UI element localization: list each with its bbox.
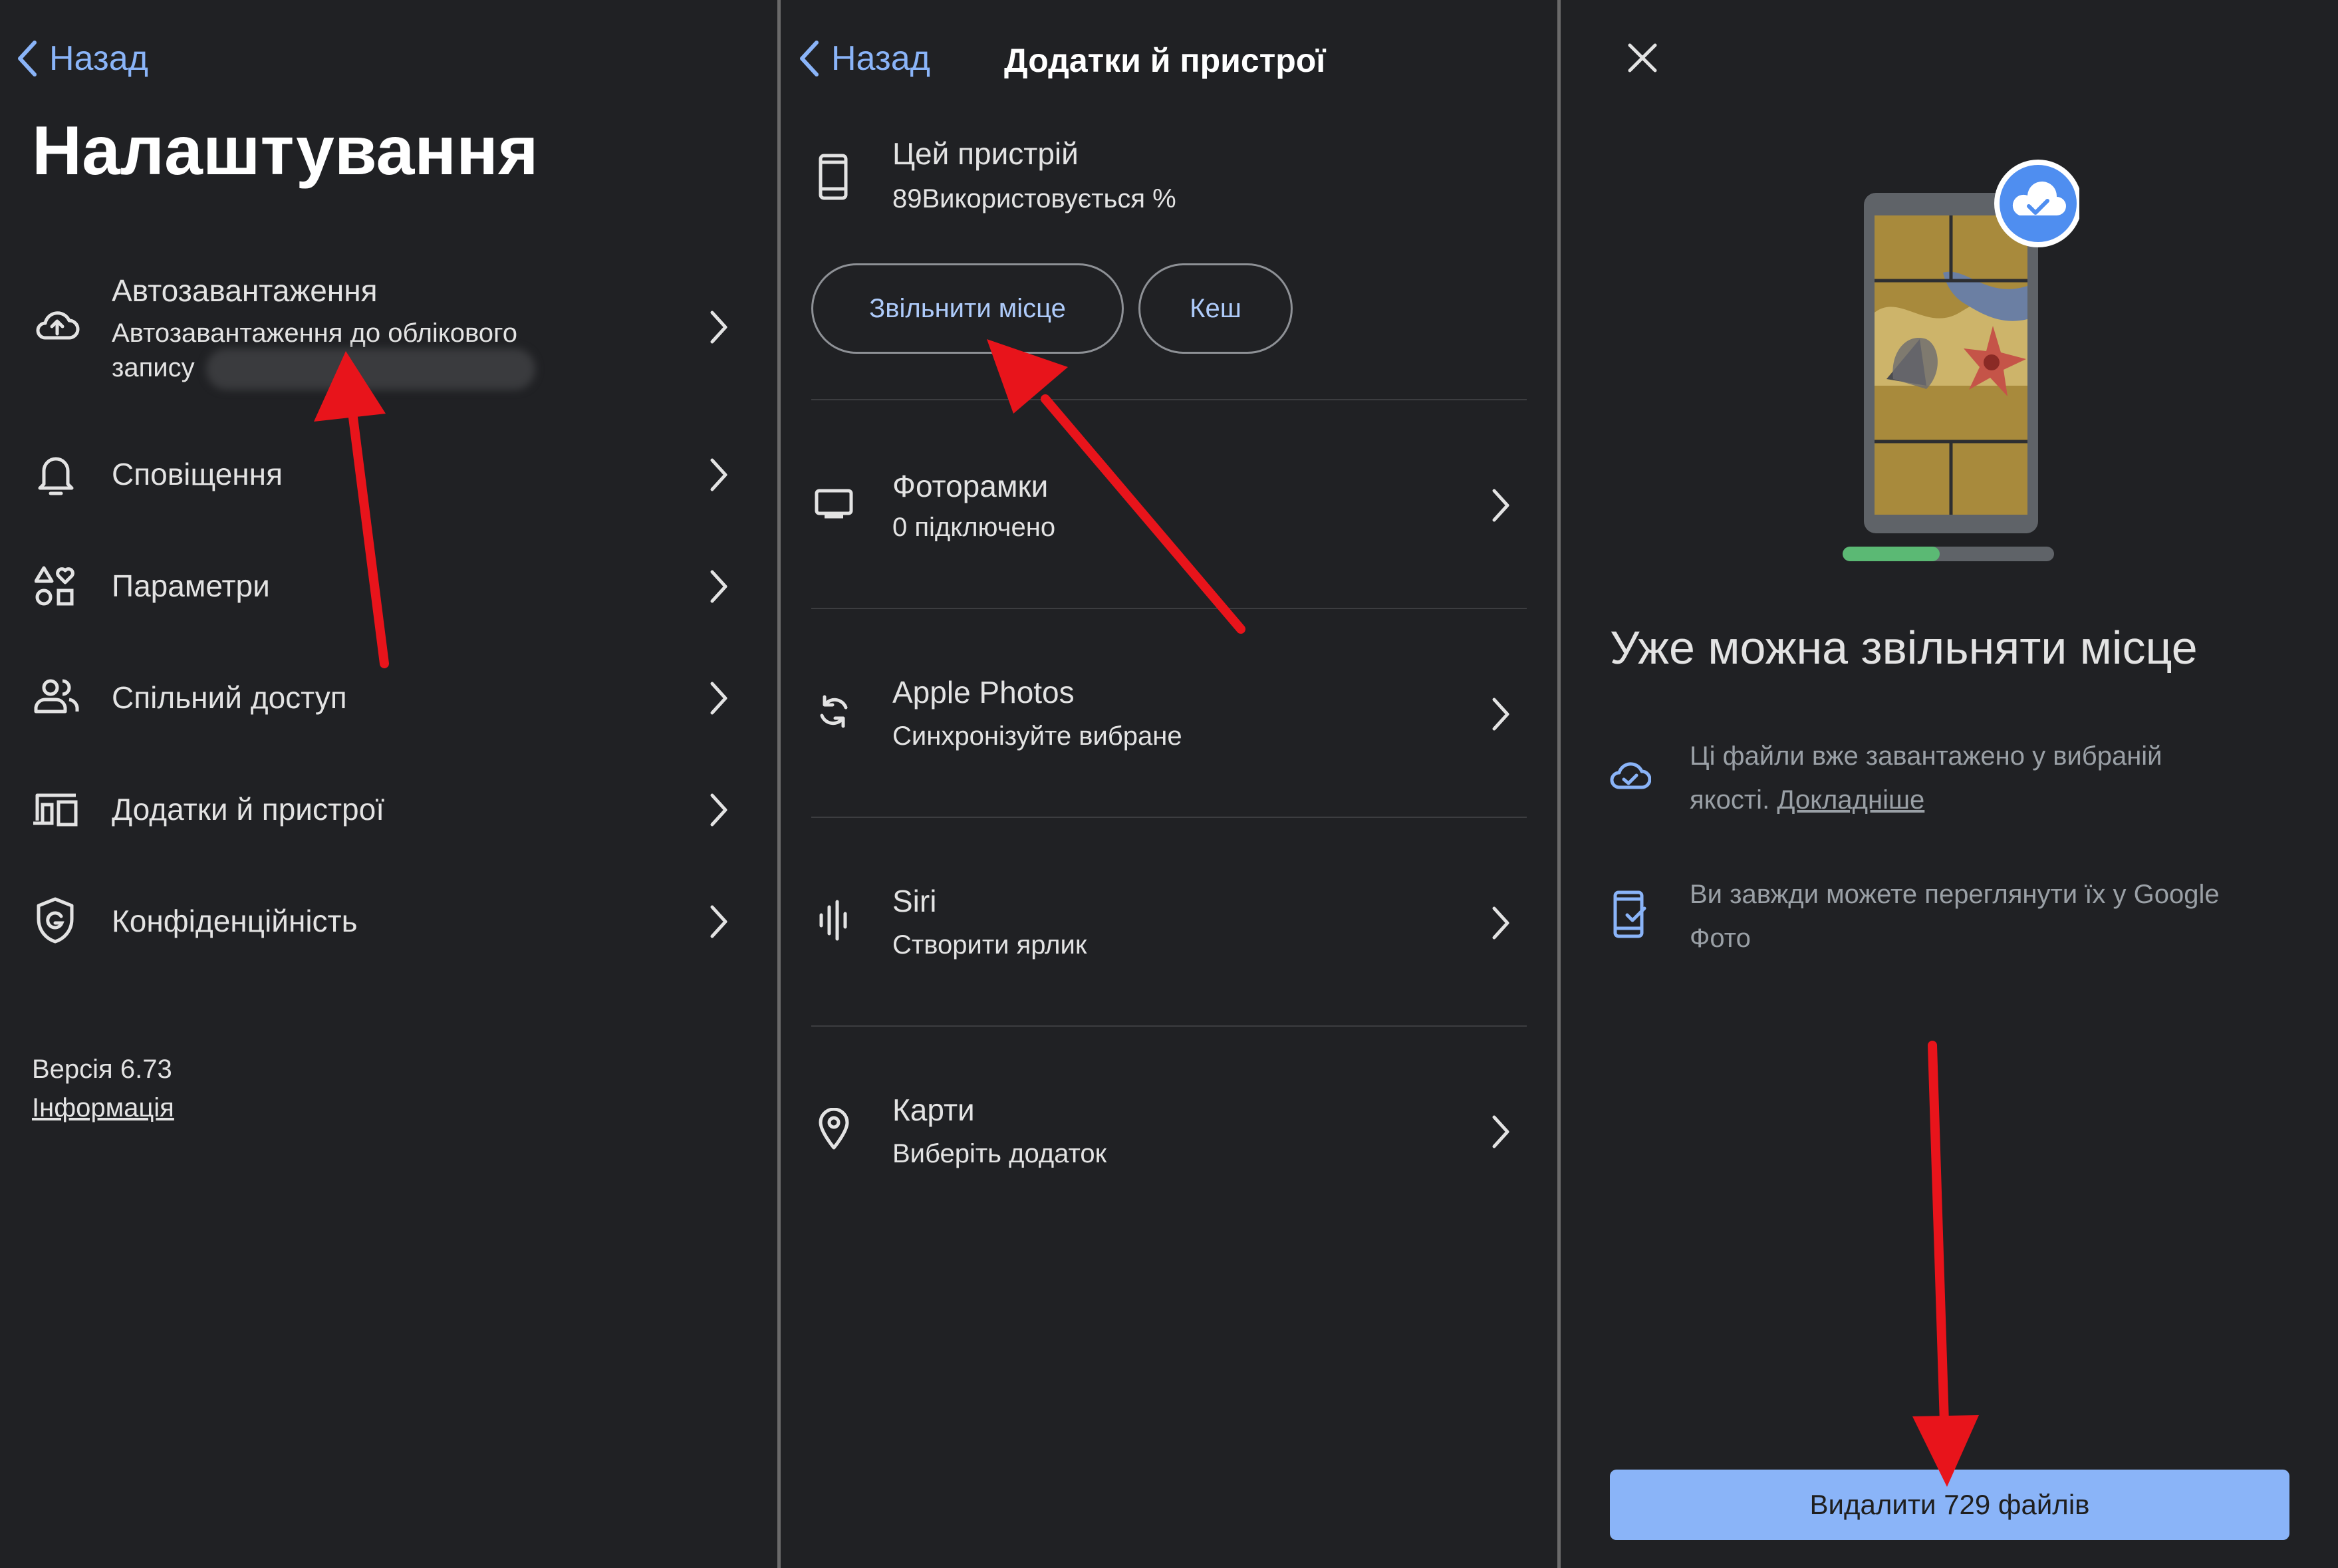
chevron-right-icon	[710, 793, 727, 827]
info-line: Ці файли вже завантажено у вибраній	[1690, 741, 2162, 771]
phone-illustration	[1864, 160, 2079, 533]
settings-item-autoupload[interactable]: Автозавантаження Автозавантаження до обл…	[0, 266, 777, 399]
item-subtitle: 89Використовується %	[892, 184, 1176, 213]
chevron-right-icon	[710, 458, 727, 491]
back-label: Назад	[49, 39, 148, 78]
item-title: Фоторамки	[892, 469, 1049, 503]
divider	[811, 399, 1527, 400]
item-subtitle: 0 підключено	[892, 513, 1056, 542]
settings-item-privacy[interactable]: Конфіденційність	[0, 892, 777, 952]
item-subtitle: Виберіть додаток	[892, 1139, 1107, 1168]
chevron-right-icon	[710, 682, 727, 715]
phone-icon	[819, 154, 848, 200]
chevron-right-icon	[1492, 698, 1509, 731]
sync-icon	[820, 695, 848, 728]
back-button[interactable]: Назад	[16, 39, 148, 78]
settings-item-apps-devices[interactable]: Додатки й пристрої	[0, 781, 777, 841]
item-title: Карти	[892, 1093, 975, 1127]
settings-item-notifications[interactable]: Сповіщення	[0, 446, 777, 505]
divider	[811, 1025, 1527, 1027]
cloud-upload-icon	[36, 311, 80, 340]
chevron-right-icon	[710, 570, 727, 603]
redacted-email	[206, 348, 535, 390]
chevron-right-icon	[710, 905, 727, 938]
tv-frame-icon	[815, 489, 853, 519]
list-item-apple-photos[interactable]: Apple Photos Синхронізуйте вибране	[781, 661, 1557, 761]
info-line: Ви завжди можете переглянути їх у Google	[1690, 880, 2220, 909]
people-icon	[34, 679, 79, 714]
item-title: Конфіденційність	[112, 904, 358, 938]
info-line: Фото	[1690, 924, 1751, 953]
voice-wave-icon	[819, 900, 847, 941]
cache-button[interactable]: Кеш	[1138, 263, 1293, 354]
list-item-photo-frames[interactable]: Фоторамки 0 підключено	[781, 452, 1557, 552]
delete-files-button[interactable]: Видалити 729 файлів	[1610, 1470, 2289, 1540]
chevron-left-icon	[800, 41, 819, 76]
chevron-left-icon	[18, 41, 37, 76]
phone-check-icon	[1613, 890, 1646, 938]
divider	[811, 608, 1527, 609]
item-subtitle: Створити ярлик	[892, 930, 1087, 960]
location-pin-icon	[819, 1108, 849, 1150]
item-title: Apple Photos	[892, 675, 1075, 710]
bell-icon	[38, 457, 74, 495]
shield-google-icon	[37, 897, 74, 944]
back-button[interactable]: Назад	[798, 39, 930, 78]
shapes-icon	[35, 566, 74, 606]
this-device-row: Цей пристрій 89Використовується %	[781, 133, 1557, 226]
settings-panel: Назад Налаштування Автозавантаження Авто…	[0, 0, 777, 1568]
settings-item-parameters[interactable]: Параметри	[0, 557, 777, 617]
chevron-right-icon	[1492, 489, 1509, 522]
chevron-right-icon	[1492, 906, 1509, 940]
apps-devices-panel: Назад Додатки й пристрої Цей пристрій 89…	[781, 0, 1557, 1568]
list-item-siri[interactable]: Siri Створити ярлик	[781, 870, 1557, 970]
chevron-right-icon	[710, 311, 727, 344]
item-subtitle-line2: запису	[112, 353, 195, 382]
info-view-text: Ви завжди можете переглянути їх у Google…	[1690, 872, 2301, 960]
item-title: Siri	[892, 884, 937, 918]
info-line: якості. Докладніше	[1690, 778, 2288, 822]
devices-icon	[33, 793, 78, 827]
item-title: Параметри	[112, 569, 270, 603]
info-link[interactable]: Інформація	[32, 1093, 174, 1123]
info-line-prefix: якості.	[1690, 785, 1770, 815]
upload-progress-bar	[1843, 547, 2054, 561]
item-title: Сповіщення	[112, 457, 283, 491]
free-space-panel: Уже можна звільняти місце Ці файли вже з…	[1561, 0, 2338, 1568]
back-label: Назад	[831, 39, 930, 78]
settings-item-sharing[interactable]: Спільний доступ	[0, 669, 777, 729]
version-text: Версія 6.73	[32, 1055, 172, 1084]
item-title: Цей пристрій	[892, 136, 1079, 171]
item-title: Додатки й пристрої	[112, 792, 385, 827]
cloud-check-icon	[1610, 762, 1651, 789]
header-title: Додатки й пристрої	[1004, 42, 1326, 79]
item-subtitle: Автозавантаження до облікового	[112, 319, 517, 348]
free-space-button[interactable]: Звільнити місце	[811, 263, 1124, 354]
close-icon[interactable]	[1626, 41, 1659, 74]
item-title: Автозавантаження	[112, 273, 378, 308]
upload-progress-fill	[1843, 547, 1940, 561]
list-item-maps[interactable]: Карти Виберіть додаток	[781, 1079, 1557, 1178]
item-subtitle: Синхронізуйте вибране	[892, 721, 1182, 751]
page-title: Налаштування	[32, 112, 539, 190]
item-title: Спільний доступ	[112, 680, 347, 715]
panel-heading: Уже можна звільняти місце	[1610, 622, 2198, 674]
info-uploaded-text: Ці файли вже завантажено у вибраній якос…	[1690, 734, 2288, 822]
learn-more-link[interactable]: Докладніше	[1777, 785, 1924, 815]
divider	[811, 817, 1527, 818]
chevron-right-icon	[1492, 1115, 1509, 1148]
